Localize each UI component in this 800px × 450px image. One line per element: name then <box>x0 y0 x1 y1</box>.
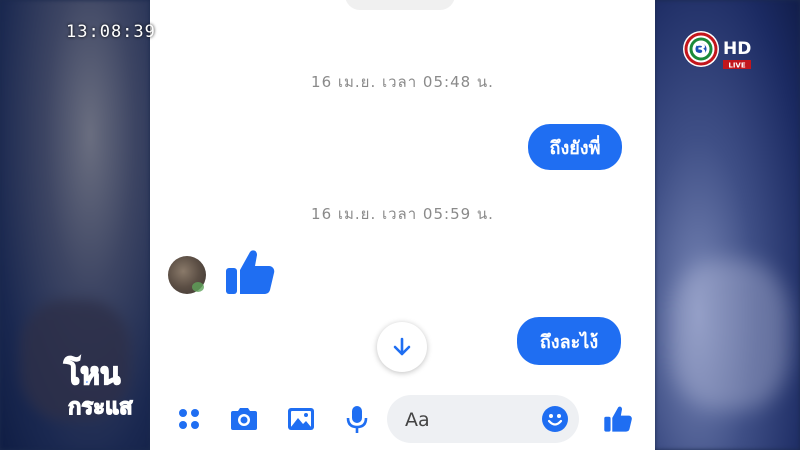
outgoing-message-bubble[interactable]: ถึงละไง้ <box>517 317 621 365</box>
mic-icon[interactable] <box>340 402 374 436</box>
svg-text:HD: HD <box>723 39 751 59</box>
message-input[interactable] <box>403 405 527 435</box>
svg-text:โหน: โหน <box>63 355 121 392</box>
message-timestamp: 16 เม.ย. เวลา 05:48 น. <box>311 73 494 91</box>
contact-avatar[interactable] <box>168 256 206 294</box>
message-text: ถึงยังพี่ <box>549 137 601 159</box>
svg-text:3: 3 <box>695 40 706 59</box>
composer-toolbar <box>150 390 655 450</box>
emoji-icon[interactable] <box>541 405 569 433</box>
message-timestamp: 16 เม.ย. เวลา 05:59 น. <box>311 205 494 223</box>
like-icon[interactable] <box>601 402 635 436</box>
gallery-icon[interactable] <box>284 402 318 436</box>
message-compose-field[interactable] <box>387 395 579 443</box>
scroll-to-bottom-button[interactable] <box>377 322 427 372</box>
svg-text:LIVE: LIVE <box>728 62 745 70</box>
messenger-chat-screen: 16 เม.ย. เวลา 05:48 น. ถึงยังพี่ 16 เม.ย… <box>150 0 655 450</box>
broadcast-clock: 13:08:39 <box>66 22 156 42</box>
camera-icon[interactable] <box>227 402 261 436</box>
arrow-down-icon <box>393 337 411 356</box>
channel-3-hd-logo: 3 HD LIVE <box>683 31 751 70</box>
previous-message-fragment <box>345 0 455 10</box>
message-text: ถึงละไง้ <box>539 331 599 353</box>
apps-icon[interactable] <box>172 402 206 436</box>
thumbs-up-icon[interactable] <box>222 244 278 300</box>
outgoing-message-bubble[interactable]: ถึงยังพี่ <box>528 124 622 170</box>
show-logo: โหน กระแส <box>62 354 133 420</box>
svg-text:กระแส: กระแส <box>68 395 133 420</box>
